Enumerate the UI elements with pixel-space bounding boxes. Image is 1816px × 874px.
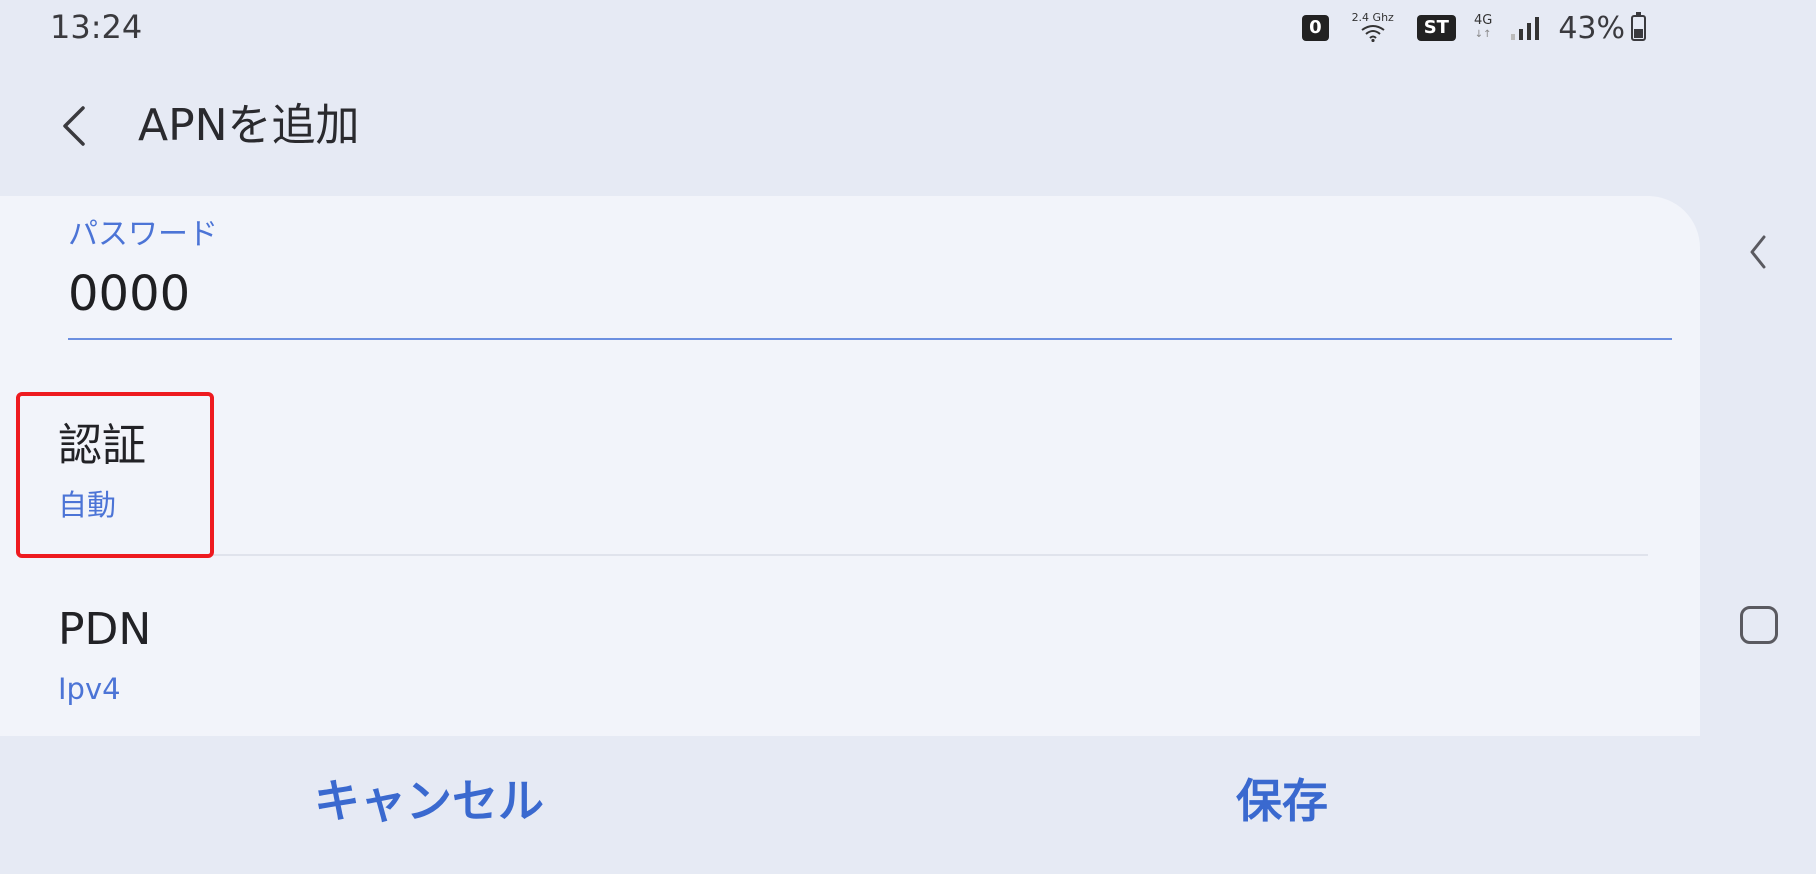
wifi-band-label: 2.4 Ghz bbox=[1351, 11, 1394, 24]
password-field: パスワード bbox=[68, 216, 1672, 340]
nav-back-button[interactable] bbox=[1736, 230, 1780, 274]
password-input[interactable] bbox=[68, 266, 1672, 322]
battery-percent: 43% bbox=[1558, 10, 1625, 46]
password-field-underline bbox=[68, 338, 1672, 340]
password-field-label: パスワード bbox=[68, 217, 218, 252]
data-activity-icon: ↓↑ bbox=[1474, 29, 1492, 40]
wifi-icon bbox=[1361, 25, 1385, 42]
status-bar: 13:24 0 2.4 Ghz ST 4G ↓↑ 43% bbox=[0, 0, 1816, 56]
status-time: 13:24 bbox=[50, 8, 143, 46]
status-icons: 0 2.4 Ghz ST 4G ↓↑ 43% bbox=[1302, 10, 1646, 46]
signal-strength-icon bbox=[1511, 17, 1540, 40]
notification-count-badge: 0 bbox=[1302, 15, 1329, 41]
network-status: 4G ↓↑ bbox=[1474, 14, 1492, 42]
save-button[interactable]: 保存 bbox=[1230, 770, 1334, 832]
network-type-label: 4G bbox=[1473, 13, 1493, 28]
bottom-action-bar: キャンセル 保存 bbox=[0, 756, 1700, 874]
setting-pdn-value: Ipv4 bbox=[58, 672, 121, 706]
page-title: APNを追加 bbox=[138, 100, 360, 151]
app-bar: APNを追加 bbox=[0, 80, 1500, 172]
setting-auth-title: 認証 bbox=[58, 420, 146, 471]
setting-pdn-title: PDN bbox=[58, 604, 152, 655]
st-badge: ST bbox=[1416, 15, 1456, 41]
setting-item-pdn[interactable]: PDN Ipv4 bbox=[58, 604, 1648, 724]
divider bbox=[58, 554, 1648, 556]
wifi-status: 2.4 Ghz bbox=[1347, 10, 1399, 46]
chevron-left-icon bbox=[1750, 235, 1766, 269]
nav-home-button[interactable] bbox=[1740, 606, 1778, 644]
setting-auth-value: 自動 bbox=[58, 488, 117, 522]
battery-level-fill bbox=[1634, 28, 1643, 38]
chevron-left-icon bbox=[63, 106, 85, 146]
setting-item-auth[interactable]: 認証 自動 bbox=[58, 420, 1648, 540]
cancel-button[interactable]: キャンセル bbox=[308, 770, 550, 832]
settings-card: パスワード 認証 自動 PDN Ipv4 bbox=[0, 196, 1700, 736]
battery-icon bbox=[1631, 12, 1646, 41]
back-button[interactable] bbox=[44, 96, 104, 156]
